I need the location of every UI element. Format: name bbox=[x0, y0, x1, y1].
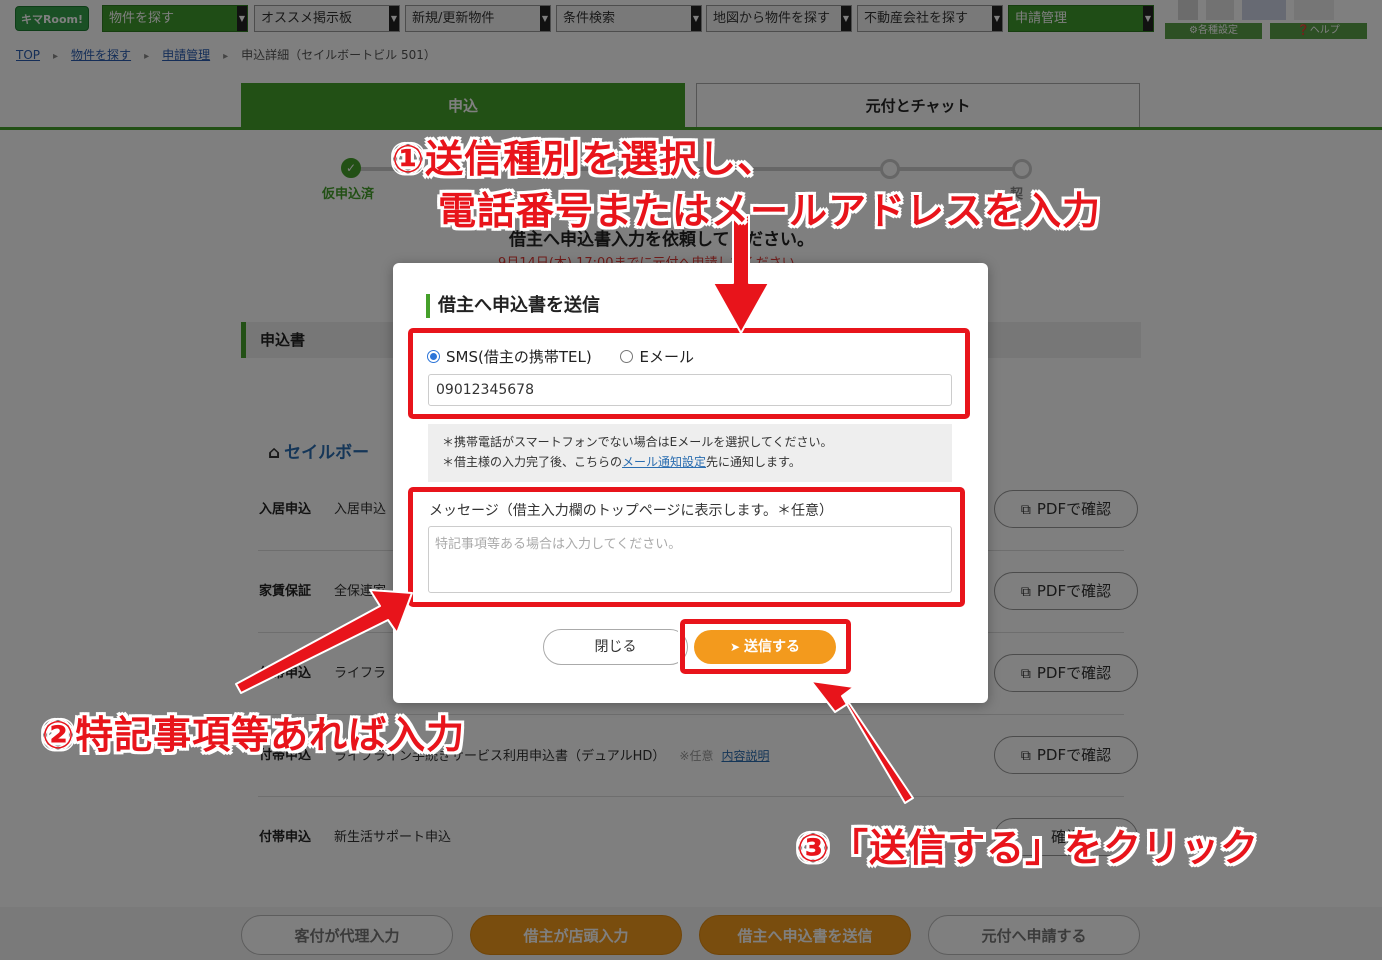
note-2-suffix: 先に通知します。 bbox=[706, 455, 801, 469]
annotation-step1-line2: 電話番号またはメールアドレスを入力 bbox=[438, 189, 1102, 233]
note-line-2: ＊借主様の入力完了後、こちらのメール通知設定先に通知します。 bbox=[442, 452, 952, 472]
notes-box: ＊携帯電話がスマートフォンでない場合はEメールを選択してください。 ＊借主様の入… bbox=[428, 424, 952, 482]
annotation-step1-line1: ①送信種別を選択し、 bbox=[392, 137, 777, 181]
highlight-box-message bbox=[408, 487, 965, 607]
highlight-box-send-type bbox=[408, 328, 970, 419]
highlight-box-send-button bbox=[680, 619, 851, 674]
close-button[interactable]: 閉じる bbox=[543, 629, 688, 665]
note-line-1: ＊携帯電話がスマートフォンでない場合はEメールを選択してください。 bbox=[442, 435, 833, 449]
dialog-title: 借主へ申込書を送信 bbox=[426, 294, 600, 318]
modal-backdrop-top bbox=[0, 0, 1382, 130]
annotation-step2: ②特記事項等あれば入力 bbox=[42, 713, 466, 757]
note-2-prefix: ＊借主様の入力完了後、こちらの bbox=[442, 455, 623, 469]
mail-notification-settings-link[interactable]: メール通知設定 bbox=[622, 455, 706, 469]
annotation-step3: ③「送信する」をクリック bbox=[797, 826, 1260, 870]
